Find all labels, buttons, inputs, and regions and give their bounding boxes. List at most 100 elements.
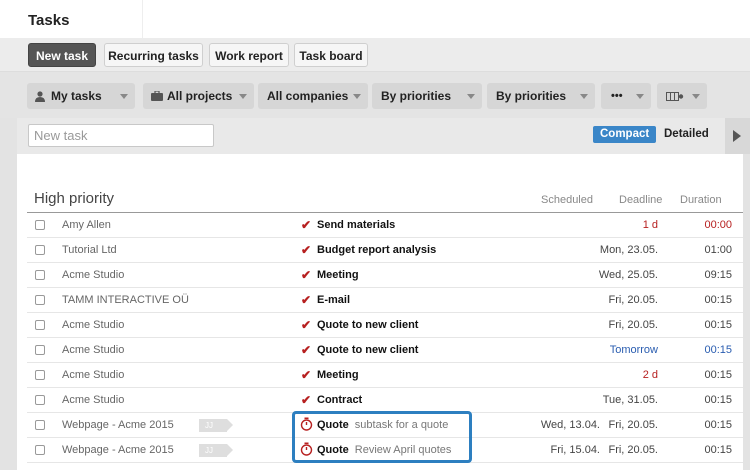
priorities-filter[interactable]: By priorities: [372, 83, 482, 109]
company-name[interactable]: Tutorial Ltd: [62, 244, 117, 256]
row-checkbox[interactable]: [35, 395, 45, 405]
task-title: Contract: [317, 394, 363, 406]
checkmark-icon[interactable]: ✔: [301, 268, 311, 282]
deadline-date: Mon, 23.05.: [599, 244, 658, 256]
checkmark-icon[interactable]: ✔: [301, 293, 311, 307]
my-tasks-filter[interactable]: My tasks: [27, 83, 135, 109]
recurring-tasks-button[interactable]: Recurring tasks: [104, 43, 203, 67]
task-name[interactable]: Meeting: [317, 369, 359, 381]
deadline-header[interactable]: Deadline: [619, 194, 662, 206]
projects-label: All projects: [167, 89, 233, 103]
new-task-button[interactable]: New task: [28, 43, 96, 67]
deadline-date: 2 d: [642, 369, 658, 381]
deadline-date: Fri, 20.05.: [608, 294, 658, 306]
deadline-date: Wed, 25.05.: [598, 269, 658, 281]
task-title: Send materials: [317, 219, 396, 231]
more-button[interactable]: •••: [601, 83, 651, 109]
new-task-bar: Compact Detailed: [17, 118, 750, 154]
deadline-date: Fri, 20.05.: [608, 319, 658, 331]
task-name[interactable]: Meeting: [317, 269, 359, 281]
projects-filter[interactable]: All projects: [143, 83, 254, 109]
divider: [142, 0, 143, 38]
deadline-date: 1 d: [642, 219, 658, 231]
action-tabs: New task Recurring tasks Work report Tas…: [0, 38, 750, 72]
company-name[interactable]: Acme Studio: [62, 394, 124, 406]
scheduled-header[interactable]: Scheduled: [541, 194, 593, 206]
duration-value: 00:15: [704, 369, 732, 381]
table-row[interactable]: Acme Studio ✔ Contract Tue, 31.05. 00:15: [27, 388, 743, 413]
task-name[interactable]: Quote to new client: [317, 344, 418, 356]
columns-settings-icon: [666, 92, 684, 101]
checkmark-icon[interactable]: ✔: [301, 243, 311, 257]
task-name[interactable]: Budget report analysis: [317, 244, 436, 256]
play-arrow-icon: [733, 130, 741, 142]
task-board-button[interactable]: Task board: [294, 43, 368, 67]
task-name[interactable]: Contract: [317, 394, 362, 406]
deadline-date: Fri, 20.05.: [608, 444, 658, 456]
scheduled-date: Fri, 15.04.: [550, 444, 600, 456]
row-checkbox[interactable]: [35, 420, 45, 430]
highlight-box: [292, 411, 472, 463]
row-checkbox[interactable]: [35, 295, 45, 305]
company-name[interactable]: Amy Allen: [62, 219, 111, 231]
task-title: Meeting: [317, 269, 359, 281]
checkmark-icon[interactable]: ✔: [301, 318, 311, 332]
row-checkbox[interactable]: [35, 245, 45, 255]
table-row[interactable]: Acme Studio ✔ Meeting 2 d 00:15: [27, 363, 743, 388]
compact-view-button[interactable]: Compact: [593, 126, 657, 143]
row-checkbox[interactable]: [35, 370, 45, 380]
table-row[interactable]: Acme Studio ✔ Meeting Wed, 25.05. 09:15: [27, 263, 743, 288]
page-title: Tasks: [28, 12, 70, 29]
deadline-date: Tomorrow: [609, 344, 658, 356]
table-row[interactable]: Acme Studio ✔ Quote to new client Tomorrow 0…: [27, 338, 743, 363]
chevron-down-icon: [120, 94, 128, 99]
side-panel-toggle[interactable]: [725, 118, 750, 154]
work-report-button[interactable]: Work report: [209, 43, 289, 67]
company-name[interactable]: Webpage - Acme 2015: [62, 419, 174, 431]
duration-header[interactable]: Duration: [680, 194, 722, 206]
table-row[interactable]: Amy Allen ✔ Send materials 1 d 00:00: [27, 213, 743, 238]
duration-value: 00:00: [704, 219, 732, 231]
companies-filter[interactable]: All companies: [258, 83, 368, 109]
deadline-date: Tue, 31.05.: [602, 394, 658, 406]
title-bar: Tasks: [0, 0, 750, 38]
row-checkbox[interactable]: [35, 345, 45, 355]
duration-value: 00:15: [704, 444, 732, 456]
company-name[interactable]: Acme Studio: [62, 369, 124, 381]
company-name[interactable]: Acme Studio: [62, 319, 124, 331]
detailed-view-button[interactable]: Detailed: [664, 128, 709, 140]
company-name[interactable]: Webpage - Acme 2015: [62, 444, 174, 456]
sort-filter[interactable]: By priorities: [487, 83, 595, 109]
company-name[interactable]: TAMM INTERACTIVE OÜ: [62, 294, 189, 306]
checkmark-icon[interactable]: ✔: [301, 218, 311, 232]
my-tasks-label: My tasks: [51, 89, 102, 103]
task-name[interactable]: Quote to new client: [317, 319, 418, 331]
task-title: Quote to new client: [317, 344, 419, 356]
chevron-down-icon: [580, 94, 588, 99]
task-title: E-mail: [317, 294, 351, 306]
company-name[interactable]: Acme Studio: [62, 344, 124, 356]
scheduled-date: Wed, 13.04.: [540, 419, 600, 431]
row-checkbox[interactable]: [35, 270, 45, 280]
assignee-tag: JJ: [199, 444, 233, 457]
task-name[interactable]: Send materials: [317, 219, 395, 231]
checkmark-icon[interactable]: ✔: [301, 343, 311, 357]
table-row[interactable]: TAMM INTERACTIVE OÜ ✔ E-mail Fri, 20.05. 00:…: [27, 288, 743, 313]
checkmark-icon[interactable]: ✔: [301, 393, 311, 407]
filter-bar: My tasks All projects All companies By p…: [0, 72, 750, 118]
duration-value: 09:15: [704, 269, 732, 281]
duration-value: 01:00: [704, 244, 732, 256]
row-checkbox[interactable]: [35, 445, 45, 455]
task-name[interactable]: E-mail: [317, 294, 350, 306]
table-row[interactable]: Acme Studio ✔ Quote to new client Fri, 20.0…: [27, 313, 743, 338]
companies-label: All companies: [267, 89, 349, 103]
company-name[interactable]: Acme Studio: [62, 269, 124, 281]
table-row[interactable]: Tutorial Ltd ✔ Budget report analysis Mon, …: [27, 238, 743, 263]
columns-settings-button[interactable]: [657, 83, 707, 109]
checkmark-icon[interactable]: ✔: [301, 368, 311, 382]
row-checkbox[interactable]: [35, 220, 45, 230]
new-task-input[interactable]: [28, 124, 214, 147]
row-checkbox[interactable]: [35, 320, 45, 330]
task-title: Meeting: [317, 369, 359, 381]
chevron-down-icon: [353, 94, 361, 99]
